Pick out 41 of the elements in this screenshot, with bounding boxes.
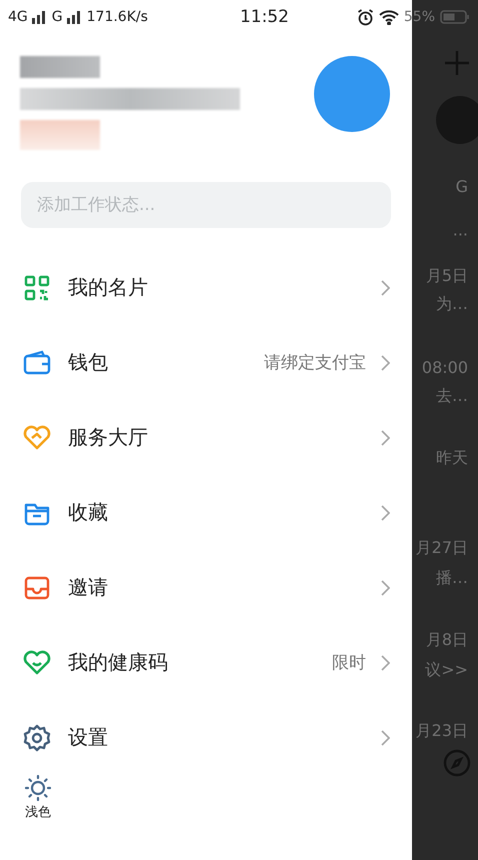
inbox-icon	[23, 574, 51, 600]
add-icon	[444, 50, 470, 76]
chevron-right-icon	[380, 430, 390, 446]
theme-toggle[interactable]: 浅色	[20, 775, 56, 821]
dimmed-list-text: 为…	[436, 293, 469, 315]
heart-icon	[23, 424, 51, 450]
menu-item-detail: 请绑定支付宝	[264, 352, 366, 374]
dimmed-list-text: 播…	[436, 567, 469, 589]
chevron-right-icon	[380, 504, 390, 520]
dimmed-list-text: 昨天	[436, 447, 469, 469]
signal-icon	[66, 10, 83, 24]
network-label: 4G	[8, 9, 28, 25]
menu-item-detail: 限时	[332, 652, 366, 674]
chevron-right-icon	[380, 580, 390, 596]
chevron-right-icon	[380, 280, 390, 296]
chevron-right-icon	[380, 654, 390, 670]
dimmed-list-text: 去…	[436, 385, 469, 407]
wallet-icon	[23, 350, 51, 376]
qr-code-icon	[24, 274, 50, 300]
dimmed-list-text: 月27日	[416, 537, 469, 559]
signal-icon	[32, 10, 48, 24]
smiling-heart-icon	[23, 650, 51, 676]
dimmed-list-text: 月8日	[426, 629, 469, 651]
status-input-field[interactable]: 添加工作状态...	[21, 182, 391, 228]
network-label: G	[52, 9, 63, 25]
dimmed-list-text: 08:00	[422, 357, 469, 377]
dimmed-list-text: 月23日	[416, 720, 469, 742]
dimmed-list-text: G	[456, 176, 469, 196]
chevron-right-icon	[380, 730, 390, 746]
dimmed-list-text: ···	[452, 224, 469, 244]
clock: 11:52	[238, 7, 290, 27]
dimmed-list-text: 议>>	[425, 659, 469, 681]
network-speed: 171.6K/s	[86, 9, 148, 25]
settings-icon	[23, 724, 51, 752]
sun-icon	[25, 775, 51, 801]
dimmed-list-text: 月5日	[426, 265, 469, 287]
battery-icon	[440, 9, 470, 25]
wifi-icon	[378, 9, 399, 25]
alarm-icon	[356, 8, 374, 26]
compass-icon	[442, 748, 472, 778]
chevron-right-icon	[380, 354, 390, 370]
